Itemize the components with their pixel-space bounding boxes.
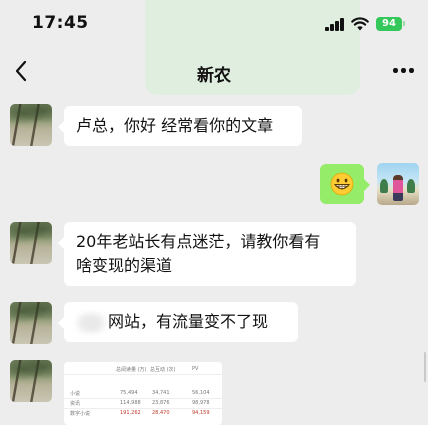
message-text: 卢总，你好 经常看你的文章 xyxy=(76,116,274,135)
table-cell: 28,470 xyxy=(152,410,170,416)
table-header-cell: PV xyxy=(192,366,199,372)
message-text-line: 20年老站长有点迷茫，请教你看有 xyxy=(76,232,321,251)
my-avatar[interactable] xyxy=(377,163,419,205)
table-rule xyxy=(64,374,222,375)
wifi-icon xyxy=(351,17,369,31)
message-bubble-outgoing[interactable] xyxy=(320,164,370,204)
table-header-cell: 总互动 (次) xyxy=(150,367,176,373)
contact-avatar[interactable] xyxy=(10,104,52,146)
status-bar: 17:45 94 xyxy=(0,0,428,48)
table-screenshot-image[interactable]: 总阅读量 (万) 总互动 (次) PV 小说 75,494 34,741 56,… xyxy=(64,362,222,425)
message-bubble-incoming[interactable]: 20年老站长有点迷茫，请教你看有 啥变现的渠道 xyxy=(58,222,356,286)
contact-avatar[interactable] xyxy=(10,360,52,402)
table-header-cell: 总阅读量 (万) xyxy=(116,367,147,373)
table-rule xyxy=(64,408,222,409)
photo-tree xyxy=(380,179,388,193)
table-cell: 资讯 xyxy=(70,401,81,407)
chat-screen: 17:45 94 新农 卢总，你好 经常看你的文章 20年老站长有点迷茫，请教你… xyxy=(0,0,428,425)
contact-avatar[interactable] xyxy=(10,222,52,264)
table-rule xyxy=(64,398,222,399)
status-time: 17:45 xyxy=(32,13,89,33)
table-cell: 191,262 xyxy=(120,410,141,416)
cellular-signal-icon xyxy=(325,18,345,31)
chat-header: 新农 xyxy=(0,48,428,96)
table-cell: 114,988 xyxy=(120,400,141,406)
more-dots-icon[interactable] xyxy=(390,64,416,76)
table-cell: 98,978 xyxy=(192,400,210,406)
grinning-face-icon xyxy=(330,172,354,196)
message-bubble-incoming[interactable]: 卢总，你好 经常看你的文章 xyxy=(58,106,302,146)
message-bubble-incoming[interactable]: 网站，有流量变不了现 xyxy=(58,302,298,342)
message-text: 网站，有流量变不了现 xyxy=(108,312,269,331)
table-cell: 小说 xyxy=(70,391,81,397)
scrollbar[interactable] xyxy=(424,352,426,382)
table-cell: 94,159 xyxy=(192,410,210,416)
photo-tree xyxy=(407,179,415,193)
table-cell: 75,494 xyxy=(120,390,138,396)
table-cell: 34,741 xyxy=(152,390,170,396)
chat-title: 新农 xyxy=(197,66,231,86)
redacted-text-blur xyxy=(76,311,106,334)
battery-tip xyxy=(403,21,405,26)
table-cell: 数字小说 xyxy=(70,411,91,417)
table-cell: 56,104 xyxy=(192,390,210,396)
table-cell: 23,876 xyxy=(152,400,170,406)
message-text-line: 啥变现的渠道 xyxy=(76,256,173,275)
photo-person xyxy=(393,175,403,201)
battery-indicator: 94 xyxy=(376,17,402,31)
contact-avatar[interactable] xyxy=(10,302,52,344)
